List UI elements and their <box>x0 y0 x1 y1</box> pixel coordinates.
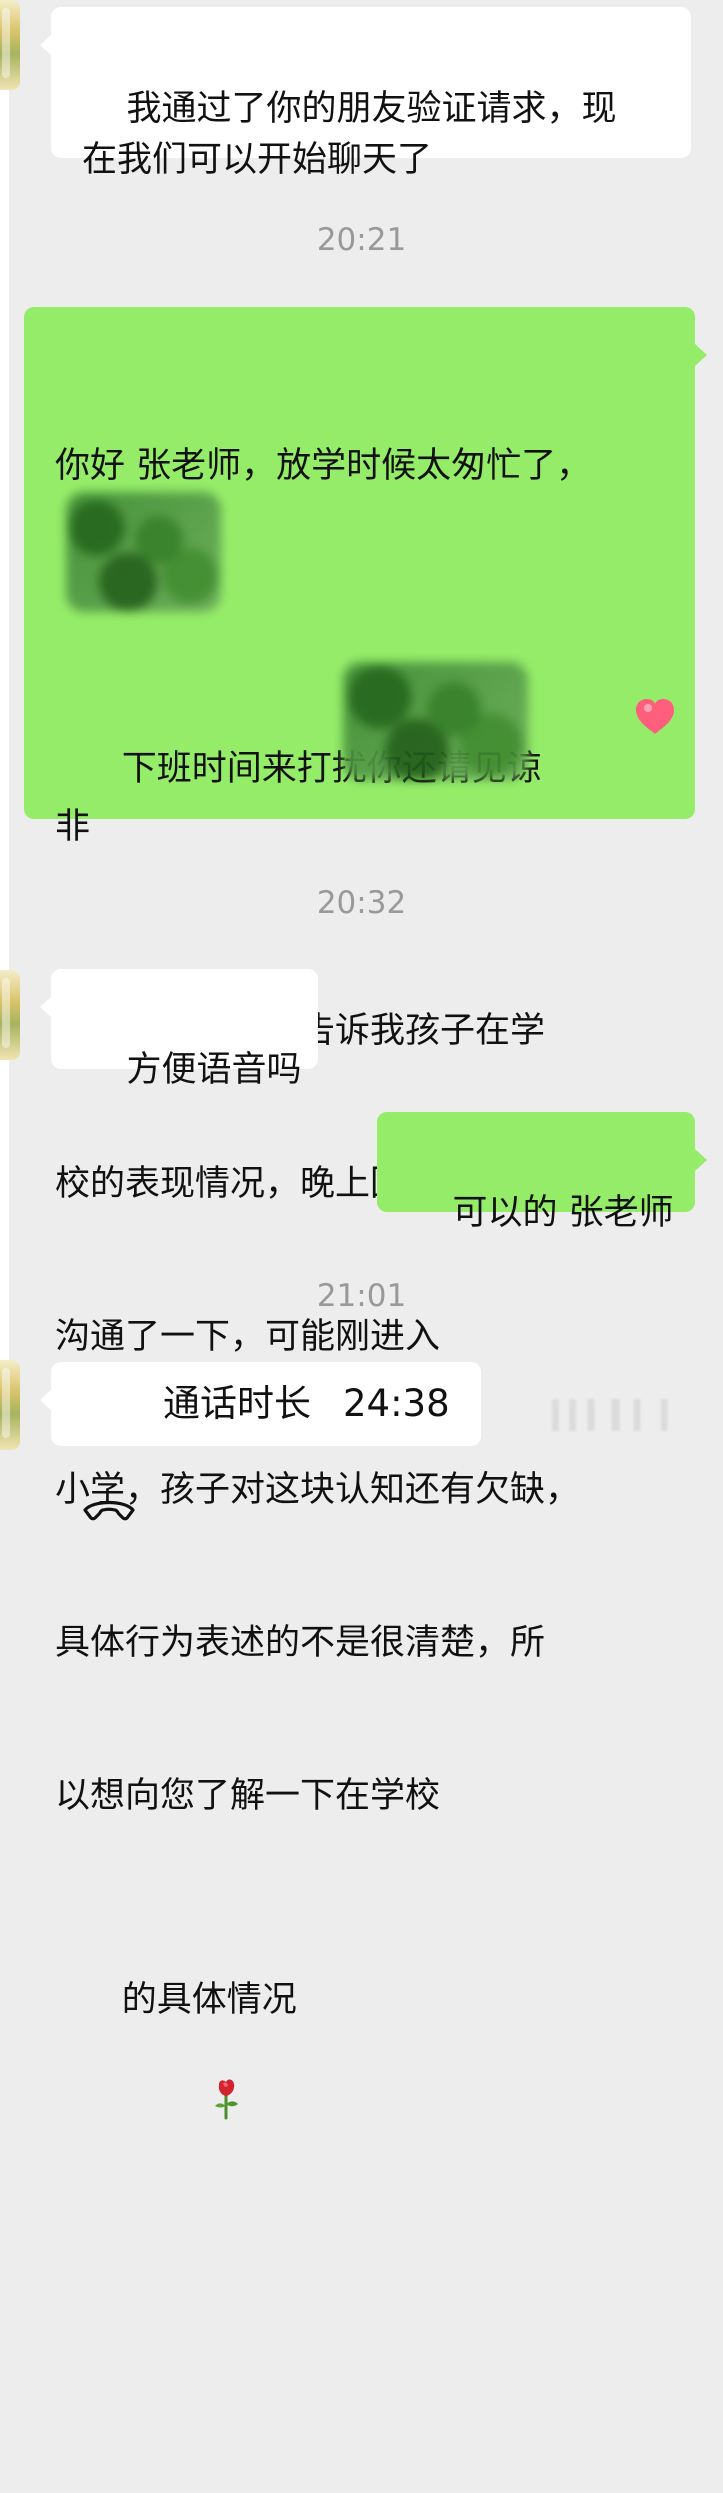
message-text: 方便语音吗 <box>126 1050 302 1090</box>
avatar[interactable] <box>0 0 20 90</box>
message-bubble[interactable]: 我通过了你的朋友验证请求，现 在我们可以开始聊天了 <box>40 7 691 180</box>
call-duration-value: 24:38 <box>343 1382 450 1425</box>
message-bubble[interactable]: 方便语音吗 <box>40 969 318 1090</box>
message-line: 以想向您了解一下在学校 <box>55 1776 441 1816</box>
watermark <box>535 1399 705 1431</box>
message-text: 可以的 张老师 <box>452 1193 674 1233</box>
timestamp: 20:21 <box>316 222 407 258</box>
message-line: 具体行为表述的不是很清楚，所 <box>55 1623 546 1663</box>
message-bubble[interactable]: 你好 张老师，放学时候太匆忙了， 下班时间来打扰你还请见谅 非 常感谢您能特意告… <box>24 307 707 2120</box>
message-line: 沟通了一下，可能刚进入 <box>55 1317 441 1357</box>
chat-screen: 我通过了你的朋友验证请求，现 在我们可以开始聊天了 20:21 你好 张老师，放… <box>0 0 723 2120</box>
timestamp: 21:01 <box>316 1278 407 1314</box>
call-duration-label: 通话时长 <box>163 1382 311 1425</box>
avatar[interactable] <box>0 1360 20 1450</box>
message-line-text: 的具体情况 <box>121 1980 297 2020</box>
message-line: 小学，孩子对这块认知还有欠缺， <box>55 1470 581 1510</box>
message-line: 的具体情况 <box>55 1924 695 2238</box>
rose-icon <box>122 2026 241 2187</box>
call-log-bubble[interactable]: 通话时长 24:38 <box>40 1362 481 1521</box>
message-line-text: 非 <box>55 807 91 847</box>
message-bubble[interactable]: 可以的 张老师 <box>377 1112 707 1233</box>
avatar[interactable] <box>0 970 20 1060</box>
blur-redaction <box>343 662 528 780</box>
heart-icon <box>542 645 679 802</box>
phone-icon <box>80 1386 138 1521</box>
message-text: 我通过了你的朋友验证请求，现 在我们可以开始聊天了 <box>82 89 617 180</box>
blur-redaction <box>66 492 221 612</box>
timestamp: 20:32 <box>316 885 407 921</box>
left-edge <box>0 0 9 1439</box>
message-line: 你好 张老师，放学时候太匆忙了， <box>55 446 592 486</box>
